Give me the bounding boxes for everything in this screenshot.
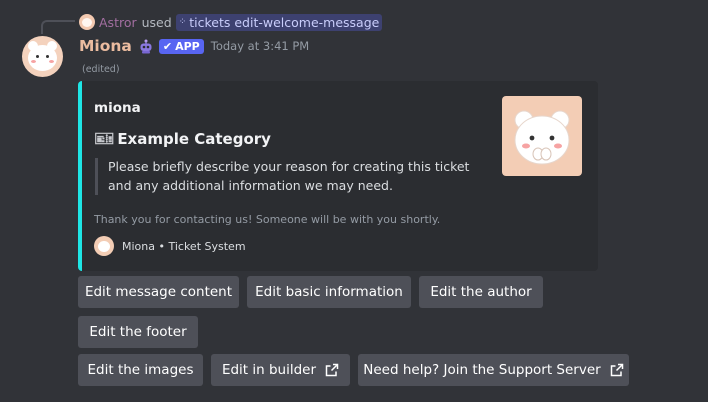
- reply-used-label: used: [141, 14, 172, 30]
- reply-connector: [41, 20, 75, 34]
- checkmark-icon: ✔: [162, 39, 173, 53]
- username[interactable]: Miona: [79, 37, 132, 55]
- ticket-icon: 🎫︎: [94, 129, 115, 148]
- reply-username[interactable]: Astror: [99, 15, 137, 30]
- embed-title-text: Example Category: [117, 129, 271, 148]
- edit-in-builder-label: Edit in builder: [221, 362, 317, 378]
- app-badge: ✔ APP: [158, 38, 204, 54]
- bear-illustration: [514, 110, 570, 165]
- edited-label: (edited): [82, 64, 120, 75]
- edit-basic-information-button[interactable]: Edit basic information: [247, 276, 411, 308]
- avatar[interactable]: [22, 36, 63, 77]
- app-badge-label: APP: [175, 39, 200, 53]
- bear-eye-left: [36, 55, 39, 58]
- edit-images-button[interactable]: Edit the images: [78, 354, 203, 386]
- edit-author-button[interactable]: Edit the author: [419, 276, 543, 308]
- footer-avatar: [94, 236, 114, 256]
- embed-description: Please briefly describe your reason for …: [95, 158, 485, 195]
- embed-thumbnail[interactable]: [502, 96, 582, 176]
- apps-icon: ⁘: [178, 17, 187, 27]
- bear-eye-right: [46, 55, 49, 58]
- message-header: Miona ✔ APP Today at 3:41 PM: [79, 35, 309, 57]
- slash-command-text: tickets edit-welcome-message: [189, 14, 380, 30]
- edit-message-content-button[interactable]: Edit message content: [78, 276, 239, 308]
- edit-in-builder-button[interactable]: Edit in builder: [211, 354, 350, 386]
- reply-avatar[interactable]: [79, 14, 95, 30]
- embed-footer: Miona • Ticket System: [94, 236, 246, 256]
- robot-icon: [140, 39, 152, 54]
- external-link-icon: [325, 363, 339, 377]
- embed-author: miona: [94, 100, 141, 116]
- bear-face: [28, 45, 57, 71]
- slash-command-mention[interactable]: ⁘ tickets edit-welcome-message: [175, 13, 383, 31]
- embed-title: 🎫︎ Example Category: [94, 129, 271, 148]
- support-server-button[interactable]: Need help? Join the Support Server: [358, 354, 629, 386]
- embed-footer-label: Miona • Ticket System: [122, 239, 246, 253]
- embed-footer-note: Thank you for contacting us! Someone wil…: [94, 213, 441, 226]
- timestamp[interactable]: Today at 3:41 PM: [211, 39, 309, 53]
- embed: miona 🎫︎ Example Category Please briefly…: [78, 81, 598, 271]
- bear-blush-right: [49, 60, 54, 63]
- edit-footer-button[interactable]: Edit the footer: [78, 316, 198, 348]
- external-link-icon: [610, 363, 623, 377]
- bear-blush-left: [31, 60, 36, 63]
- reply-reference[interactable]: Astror used ⁘ tickets edit-welcome-messa…: [79, 13, 383, 31]
- support-server-label: Need help? Join the Support Server: [363, 362, 601, 378]
